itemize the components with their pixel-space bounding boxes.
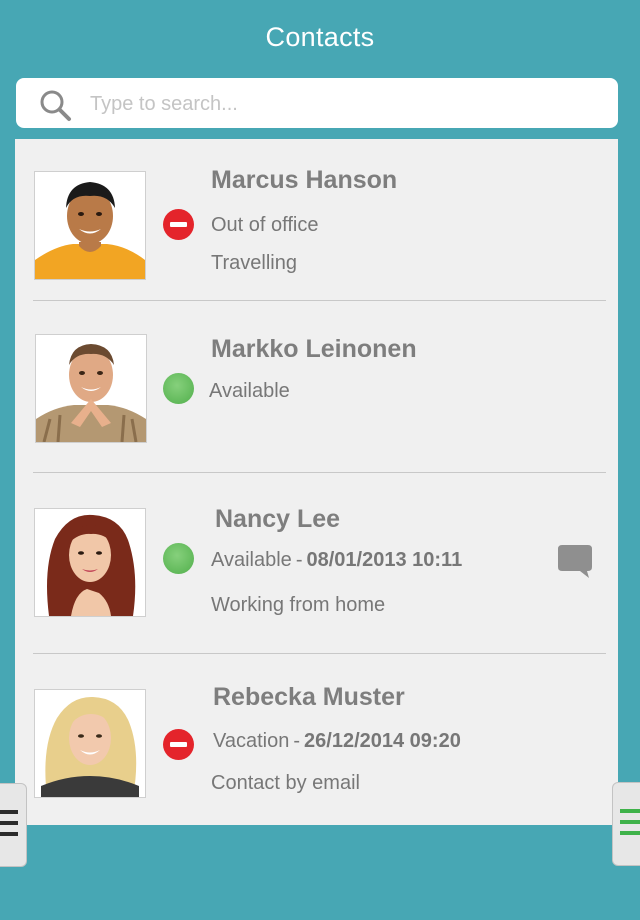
do-not-disturb-icon [163, 729, 194, 760]
status-label: Available [209, 380, 290, 402]
status-date: 08/01/2013 10:11 [306, 549, 463, 571]
status-text: Out of office [211, 214, 318, 237]
status-text: Available [209, 380, 290, 403]
status-text: Available -08/01/2013 10:11 [211, 549, 462, 572]
contact-name: Rebecka Muster [213, 683, 405, 711]
available-icon [163, 543, 194, 574]
status-label: Vacation [213, 730, 290, 752]
left-drawer-handle[interactable] [0, 783, 27, 867]
do-not-disturb-icon [163, 209, 194, 240]
contact-list[interactable]: Marcus Hanson Out of office Travelling M… [15, 139, 618, 825]
status-note: Travelling [211, 252, 297, 274]
avatar [34, 171, 146, 280]
status-date: 26/12/2014 09:20 [304, 730, 461, 752]
search-bar[interactable] [16, 78, 618, 128]
contact-name: Markko Leinonen [211, 335, 417, 363]
status-note: Contact by email [211, 772, 360, 794]
chat-icon[interactable] [557, 543, 593, 579]
status-text: Vacation -26/12/2014 09:20 [213, 730, 461, 753]
status-label: Out of office [211, 214, 319, 236]
search-input[interactable] [88, 87, 592, 121]
contact-name: Marcus Hanson [211, 166, 398, 194]
contact-item-nancy-lee[interactable]: Nancy Lee Available -08/01/2013 10:11 Wor… [15, 473, 618, 654]
page-title: Contacts [265, 22, 375, 52]
contact-name: Nancy Lee [215, 505, 341, 533]
search-icon [40, 90, 71, 121]
menu-icon [620, 809, 640, 842]
contact-item-rebecka-muster[interactable]: Rebecka Muster Vacation -26/12/2014 09:20… [15, 654, 618, 825]
contact-item-markko-leinonen[interactable]: Markko Leinonen Available [15, 301, 618, 473]
menu-icon [0, 810, 18, 843]
status-note: Working from home [211, 594, 386, 616]
contact-item-marcus-hanson[interactable]: Marcus Hanson Out of office Travelling [15, 139, 618, 301]
right-drawer-handle[interactable] [612, 782, 640, 866]
status-separator: - [293, 730, 301, 752]
available-icon [163, 373, 194, 404]
avatar [34, 689, 146, 798]
avatar [34, 508, 146, 617]
avatar [35, 334, 147, 443]
status-label: Available [211, 549, 292, 571]
status-separator: - [295, 549, 303, 571]
